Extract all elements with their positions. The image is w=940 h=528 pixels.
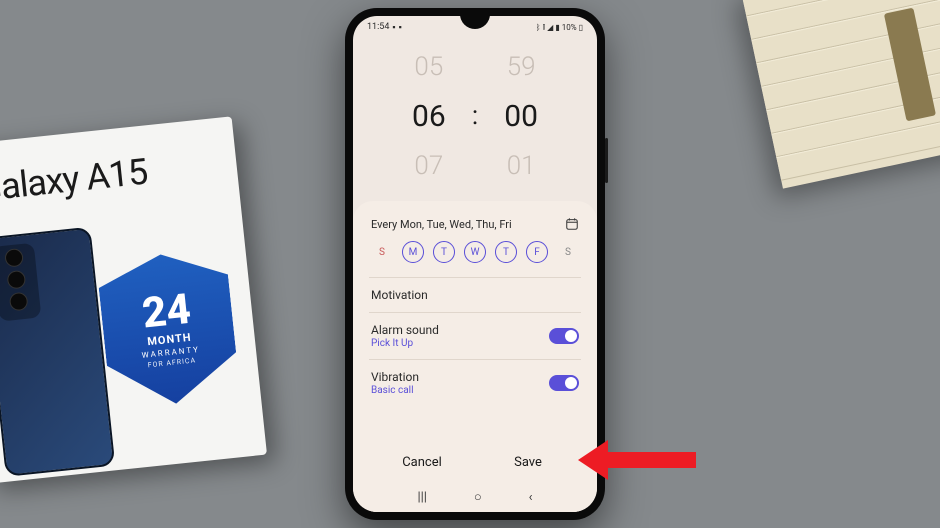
vibrate-icon: ⫾ xyxy=(543,22,546,32)
wifi-icon: ◢ xyxy=(547,23,553,32)
vibration-row[interactable]: Vibration Basic call xyxy=(369,360,581,406)
product-phone-image xyxy=(0,227,115,477)
product-name: Galaxy A15 xyxy=(0,143,219,210)
schedule-row[interactable]: Every Mon, Tue, Wed, Thu, Fri xyxy=(369,215,581,241)
minute-next: 01 xyxy=(507,151,536,181)
signal-icon: ▮ xyxy=(555,23,559,32)
back-icon[interactable]: ‹ xyxy=(529,490,533,505)
alarm-sound-toggle[interactable] xyxy=(549,328,579,344)
day-sun[interactable]: S xyxy=(371,241,393,263)
vibration-toggle[interactable] xyxy=(549,375,579,391)
recents-icon[interactable]: ||| xyxy=(417,490,427,505)
day-thu[interactable]: T xyxy=(495,241,517,263)
product-box: Galaxy A15 24 MONTH WARRANTY FOR AFRICA xyxy=(0,116,267,483)
vibration-label: Vibration xyxy=(371,370,419,384)
camera-module xyxy=(0,243,41,322)
notification-icon: ▪ xyxy=(392,22,395,33)
alarm-sound-row[interactable]: Alarm sound Pick It Up xyxy=(369,313,581,360)
calendar-icon[interactable] xyxy=(565,217,579,231)
warranty-badge: 24 MONTH WARRANTY FOR AFRICA xyxy=(96,248,241,411)
status-time: 11:54 xyxy=(367,22,389,32)
notification-icon: ▪ xyxy=(399,22,402,33)
hour-column[interactable]: 05 06 07 xyxy=(400,52,458,181)
days-row: S M T W T F S xyxy=(369,241,581,278)
hour-prev: 05 xyxy=(414,52,443,82)
camera-lens xyxy=(6,270,26,290)
time-separator: : xyxy=(472,101,478,131)
day-wed[interactable]: W xyxy=(464,241,486,263)
nav-bar: ||| ○ ‹ xyxy=(369,484,581,512)
bluetooth-icon: ᛒ xyxy=(536,23,541,32)
cancel-button[interactable]: Cancel xyxy=(369,447,475,478)
day-fri[interactable]: F xyxy=(526,241,548,263)
home-icon[interactable]: ○ xyxy=(474,489,482,505)
hour-value: 06 xyxy=(412,99,446,134)
vibration-value: Basic call xyxy=(371,385,419,396)
minute-prev: 59 xyxy=(507,52,536,82)
minute-value: 00 xyxy=(504,99,538,134)
camera-lens xyxy=(4,248,24,268)
minute-column[interactable]: 59 00 01 xyxy=(492,52,550,181)
alarm-sound-value: Pick It Up xyxy=(371,338,439,349)
phone-side-button xyxy=(605,138,608,183)
time-picker[interactable]: 05 06 07 : 59 00 01 xyxy=(353,36,597,196)
phone-screen: 11:54 ▪ ▪ ᛒ ⫾ ◢ ▮ 10% ▯ 05 06 07 : 59 xyxy=(353,16,597,512)
warranty-number: 24 xyxy=(140,289,193,336)
battery-text: 10% xyxy=(562,23,577,32)
alarm-name: Motivation xyxy=(371,288,428,302)
day-tue[interactable]: T xyxy=(433,241,455,263)
save-button[interactable]: Save xyxy=(475,447,581,478)
day-mon[interactable]: M xyxy=(402,241,424,263)
phone-device: 11:54 ▪ ▪ ᛒ ⫾ ◢ ▮ 10% ▯ 05 06 07 : 59 xyxy=(345,8,605,520)
battery-icon: ▯ xyxy=(579,23,583,32)
alarm-settings-sheet: Every Mon, Tue, Wed, Thu, Fri S M T W T … xyxy=(353,201,597,512)
hour-next: 07 xyxy=(414,151,443,181)
schedule-summary: Every Mon, Tue, Wed, Thu, Fri xyxy=(371,218,512,231)
alarm-name-row[interactable]: Motivation xyxy=(369,278,581,313)
camera-lens xyxy=(9,292,29,312)
day-sat[interactable]: S xyxy=(557,241,579,263)
wooden-block-prop xyxy=(741,0,940,189)
alarm-sound-label: Alarm sound xyxy=(371,323,439,337)
action-bar: Cancel Save xyxy=(369,439,581,484)
